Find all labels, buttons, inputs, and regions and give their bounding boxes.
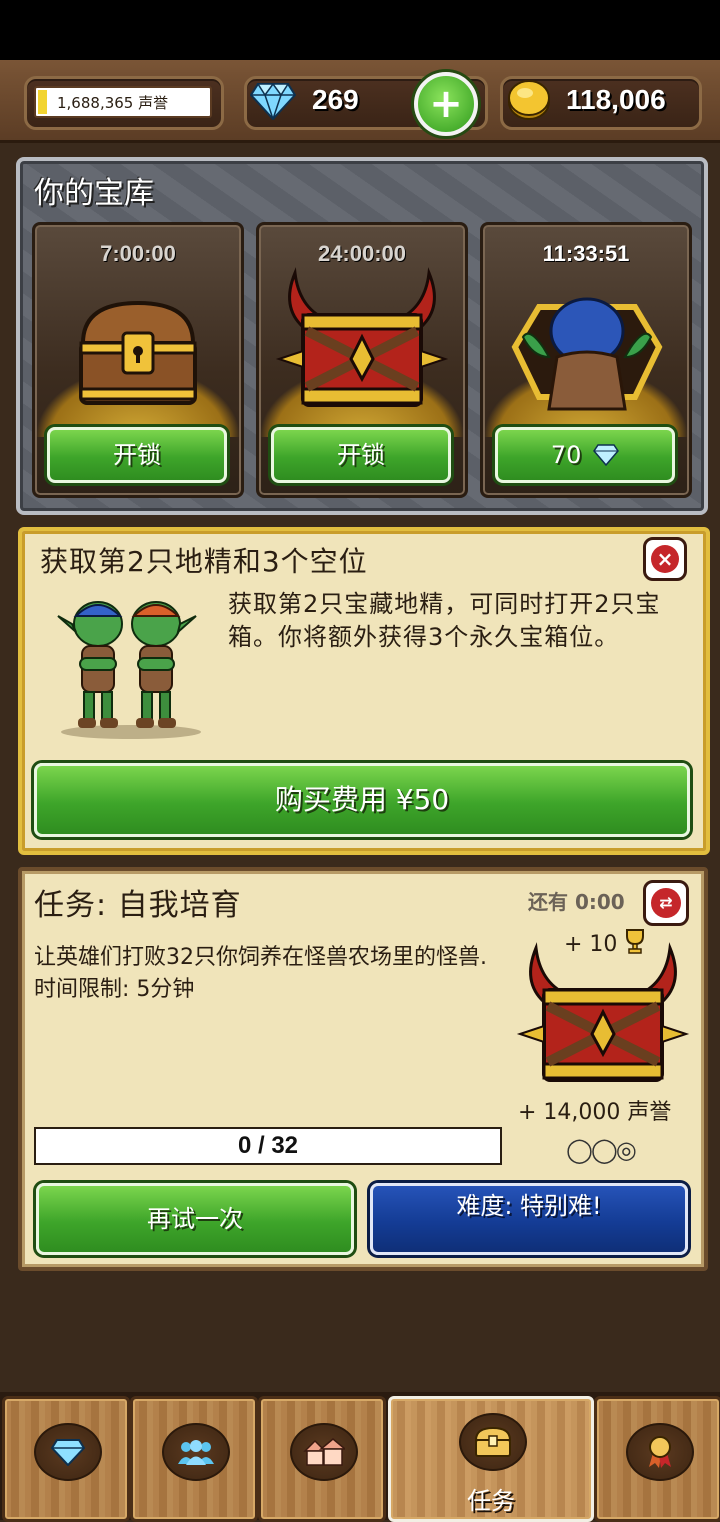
vault-title: 你的宝库	[34, 176, 154, 211]
swap-icon: ⇄	[651, 888, 681, 918]
offer-title: 获取第2只地精和3个空位	[40, 545, 368, 578]
reward-chest-icon	[516, 942, 690, 1082]
gold-count: 118,006	[566, 84, 666, 115]
tab-gems[interactable]	[2, 1396, 130, 1522]
gem-icon	[34, 1423, 102, 1481]
quest-progress-bar: 0 / 32	[34, 1127, 502, 1165]
people-icon	[162, 1423, 230, 1481]
retry-button[interactable]: 再试一次	[36, 1183, 354, 1255]
chest-slot-3[interactable]: 11:33:51 70	[480, 222, 692, 498]
tab-quests[interactable]: 任务	[388, 1396, 594, 1522]
close-offer-button[interactable]: ×	[643, 537, 687, 581]
swap-quest-button[interactable]: ⇄	[643, 880, 689, 926]
reputation-bar	[38, 90, 47, 114]
speed-up-button[interactable]: 70	[495, 427, 675, 483]
chest-timer: 11:33:51	[542, 241, 630, 266]
reputation-reward: + 14,000 声誉	[518, 1100, 672, 1125]
quest-description: 让英雄们打败32只你饲养在怪兽农场里的怪兽. 时间限制: 5分钟	[34, 945, 487, 1002]
unlock-button[interactable]: 开锁	[271, 427, 451, 483]
gem-icon	[593, 444, 620, 467]
medal-icon	[626, 1423, 694, 1481]
tab-achievements[interactable]	[594, 1396, 720, 1522]
house-icon	[290, 1423, 358, 1481]
goblins-illustration	[57, 601, 201, 739]
speed-up-cost: 70	[550, 441, 582, 469]
horned-red-chest-icon	[275, 267, 449, 407]
offer-description: 获取第2只宝藏地精，可同时打开2只宝箱。你将额外获得3个永久宝箱位。	[228, 590, 661, 651]
goblin-opening-chest-icon	[511, 297, 663, 411]
close-icon: ×	[651, 545, 679, 573]
quest-title: 任务: 自我培育	[34, 888, 242, 923]
status-bar	[0, 0, 720, 60]
unlock-button[interactable]: 开锁	[47, 427, 227, 483]
buy-button[interactable]: 购买费用 ¥50	[34, 763, 690, 837]
progress-text: 0 / 32	[237, 1132, 299, 1159]
tab-quests-label: 任务	[467, 1487, 515, 1515]
chest-icon	[459, 1413, 527, 1471]
difficulty-rings: ◯◯◎	[566, 1136, 637, 1164]
gem-icon	[250, 82, 296, 120]
reputation-display: 1,688,365 声誉	[34, 86, 212, 118]
reputation-value: 1,688,365 声誉	[57, 93, 169, 112]
tab-town[interactable]	[258, 1396, 386, 1522]
add-gems-button[interactable]: +	[414, 72, 478, 136]
chest-slot-2[interactable]: 24:00:00 开锁	[256, 222, 468, 498]
chest-timer: 7:00:00	[100, 241, 176, 266]
wooden-chest-icon	[79, 300, 197, 405]
gem-count: 269	[312, 84, 359, 115]
difficulty-button[interactable]: 难度: 特别难!	[370, 1183, 688, 1255]
plus-icon: +	[429, 81, 463, 127]
chest-timer: 24:00:00	[317, 241, 407, 266]
chest-slot-1[interactable]: 7:00:00 开锁	[32, 222, 244, 498]
tab-heroes[interactable]	[130, 1396, 258, 1522]
gold-coin-icon	[508, 80, 550, 120]
time-remaining: 还有 0:00	[528, 890, 625, 914]
